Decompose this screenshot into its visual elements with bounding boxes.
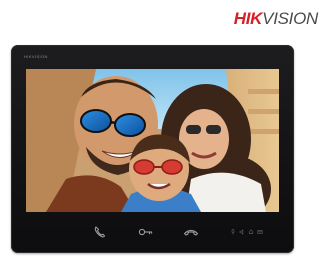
hang-up-icon bbox=[183, 229, 199, 236]
mute-indicator-icon bbox=[239, 229, 245, 235]
brand-logo-part2: VISION bbox=[262, 9, 318, 28]
call-button[interactable] bbox=[90, 222, 110, 242]
screen-image bbox=[26, 69, 279, 212]
indoor-station-monitor: HIKVISION bbox=[11, 45, 294, 253]
product-page: HIKVISION HIKVISION bbox=[0, 0, 325, 256]
status-indicators bbox=[230, 229, 263, 235]
message-indicator-icon bbox=[257, 229, 263, 235]
mic-indicator-icon bbox=[230, 229, 236, 235]
video-screen[interactable] bbox=[26, 69, 279, 212]
brand-logo: HIKVISION bbox=[233, 9, 319, 29]
alarm-indicator-icon bbox=[248, 229, 254, 235]
hang-up-button[interactable] bbox=[181, 222, 201, 242]
phone-handset-icon bbox=[94, 226, 106, 238]
device-logo: HIKVISION bbox=[24, 54, 48, 59]
brand-logo-part1: HIK bbox=[233, 9, 263, 28]
unlock-button[interactable] bbox=[136, 222, 156, 242]
key-icon bbox=[138, 228, 153, 236]
